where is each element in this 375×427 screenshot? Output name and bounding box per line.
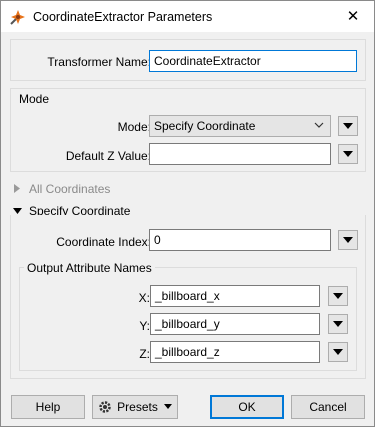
- x-attribute-input[interactable]: _billboard_x: [150, 285, 320, 307]
- mode-group: Mode Mode: Specify Coordinate Default Z …: [10, 88, 366, 172]
- mode-select[interactable]: Specify Coordinate: [149, 115, 331, 137]
- presets-button[interactable]: Presets: [92, 395, 178, 419]
- coordinate-index-input[interactable]: 0: [149, 229, 331, 251]
- y-attribute-input[interactable]: _billboard_y: [150, 313, 320, 335]
- coordinate-index-menu-button[interactable]: [338, 230, 358, 250]
- triangle-down-icon: [343, 151, 353, 157]
- y-label: Y:: [139, 319, 150, 333]
- z-attribute-menu-button[interactable]: [328, 342, 348, 362]
- triangle-down-icon: [343, 123, 353, 129]
- z-attribute-input[interactable]: _billboard_z: [150, 341, 320, 363]
- all-coordinates-section[interactable]: All Coordinates: [13, 182, 110, 196]
- default-z-menu-button[interactable]: [338, 144, 358, 164]
- mode-group-title: Mode: [19, 92, 50, 106]
- triangle-down-icon: [333, 349, 343, 355]
- parameters-dialog: CoordinateExtractor Parameters ✕ Transfo…: [0, 0, 375, 427]
- transformer-name-group: Transformer Name: CoordinateExtractor: [10, 39, 366, 81]
- window-title: CoordinateExtractor Parameters: [33, 10, 213, 24]
- gear-icon: [99, 401, 111, 413]
- triangle-down-icon: [333, 321, 343, 327]
- mode-menu-button[interactable]: [338, 116, 358, 136]
- x-label: X:: [138, 291, 150, 305]
- y-attribute-menu-button[interactable]: [328, 314, 348, 334]
- cancel-button[interactable]: Cancel: [291, 395, 365, 419]
- z-label: Z:: [139, 347, 150, 361]
- triangle-down-icon: [164, 404, 173, 409]
- coordinate-index-label: Coordinate Index:: [56, 235, 151, 249]
- help-button[interactable]: Help: [11, 395, 85, 419]
- close-icon[interactable]: ✕: [336, 1, 370, 32]
- default-z-input[interactable]: [149, 143, 331, 165]
- output-attribute-title: Output Attribute Names: [24, 261, 155, 275]
- mode-select-value: Specify Coordinate: [154, 119, 256, 133]
- mode-label: Mode:: [117, 120, 151, 134]
- x-attribute-menu-button[interactable]: [328, 286, 348, 306]
- transformer-name-input[interactable]: CoordinateExtractor: [149, 50, 357, 72]
- specify-coordinate-group: Coordinate Index: 0 Output Attribute Nam…: [10, 215, 366, 379]
- ok-button[interactable]: OK: [210, 395, 284, 419]
- title-bar: CoordinateExtractor Parameters ✕: [1, 1, 374, 32]
- expand-right-icon: [13, 182, 23, 196]
- triangle-down-icon: [333, 293, 343, 299]
- fme-transformer-icon: [9, 8, 27, 26]
- presets-label: Presets: [117, 400, 158, 414]
- chevron-down-icon: [314, 122, 324, 128]
- default-z-label: Default Z Value:: [65, 149, 151, 163]
- triangle-down-icon: [343, 237, 353, 243]
- transformer-name-label: Transformer Name:: [47, 55, 151, 69]
- all-coordinates-title: All Coordinates: [29, 182, 111, 196]
- output-attribute-group: Output Attribute Names X: _billboard_x Y…: [19, 261, 357, 371]
